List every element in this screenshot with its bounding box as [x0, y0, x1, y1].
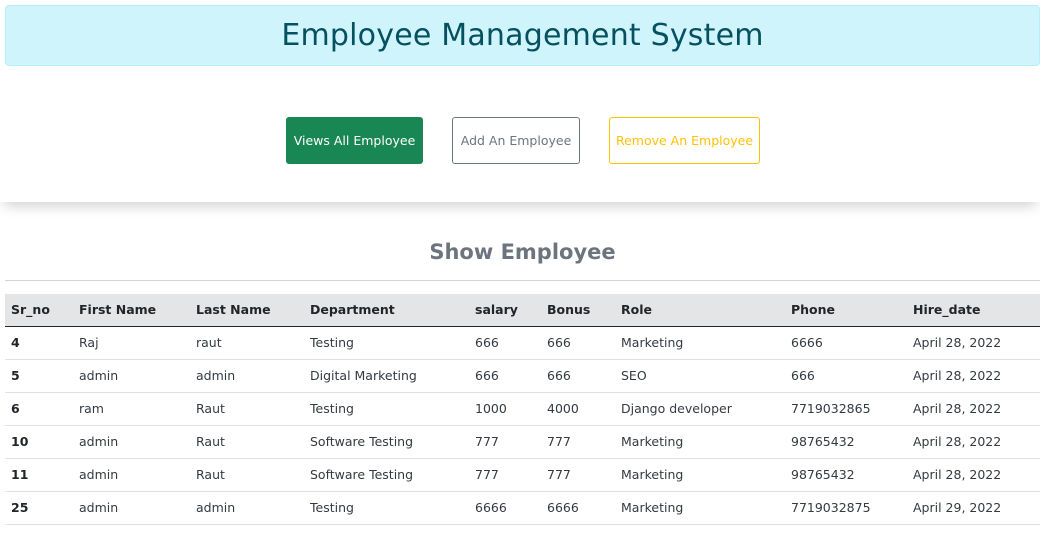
cell-bonus: 666 [547, 368, 571, 383]
column-header-role: Role [615, 294, 785, 327]
column-header-salary: salary [469, 294, 541, 327]
cell-salary: 777 [475, 434, 499, 449]
cell-role: Marketing [621, 467, 684, 482]
column-header-last-name: Last Name [190, 294, 304, 327]
page-title: Employee Management System [281, 18, 764, 53]
cell-first-name: admin [79, 368, 119, 383]
cell-role: Marketing [621, 434, 684, 449]
cell-hire-date: April 28, 2022 [913, 467, 1002, 482]
table-row: 11 admin Raut Software Testing 777 777 M… [5, 458, 1040, 491]
cell-hire-date: April 29, 2022 [913, 500, 1002, 515]
cell-last-name: Raut [196, 434, 225, 449]
table-header-row: Sr_no First Name Last Name Department sa… [5, 294, 1040, 327]
cell-role: Marketing [621, 500, 684, 515]
cell-first-name: admin [79, 467, 119, 482]
remove-employee-button[interactable]: Remove An Employee [609, 117, 760, 164]
section-divider [5, 280, 1040, 281]
cell-salary: 666 [475, 368, 499, 383]
cell-hire-date: April 28, 2022 [913, 368, 1002, 383]
cell-role: SEO [621, 368, 647, 383]
cell-first-name: ram [79, 401, 104, 416]
cell-last-name: admin [196, 368, 236, 383]
add-employee-button[interactable]: Add An Employee [452, 117, 580, 164]
cell-sr-no: 10 [11, 434, 29, 449]
cell-bonus: 777 [547, 434, 571, 449]
cell-role: Django developer [621, 401, 732, 416]
table-row: 5 admin admin Digital Marketing 666 666 … [5, 359, 1040, 392]
cell-bonus: 777 [547, 467, 571, 482]
column-header-sr-no: Sr_no [5, 294, 73, 327]
cell-hire-date: April 28, 2022 [913, 401, 1002, 416]
column-header-hire-date: Hire_date [907, 294, 1040, 327]
cell-bonus: 6666 [547, 500, 579, 515]
cell-salary: 666 [475, 335, 499, 350]
cell-department: Digital Marketing [310, 368, 417, 383]
cell-first-name: admin [79, 500, 119, 515]
cell-sr-no: 11 [11, 467, 29, 482]
page-header: Employee Management System [5, 5, 1040, 66]
cell-sr-no: 5 [11, 368, 20, 383]
cell-sr-no: 4 [11, 335, 20, 350]
cell-last-name: raut [196, 335, 222, 350]
table-row: 6 ram Raut Testing 1000 4000 Django deve… [5, 392, 1040, 425]
cell-sr-no: 25 [11, 500, 29, 515]
cell-salary: 6666 [475, 500, 507, 515]
cell-sr-no: 6 [11, 401, 20, 416]
table-row: 4 Raj raut Testing 666 666 Marketing 666… [5, 326, 1040, 359]
cell-phone: 7719032865 [791, 401, 871, 416]
column-header-department: Department [304, 294, 469, 327]
cell-role: Marketing [621, 335, 684, 350]
table-row: 25 admin admin Testing 6666 6666 Marketi… [5, 491, 1040, 524]
view-all-employee-button[interactable]: Views All Employee [286, 117, 423, 164]
cell-last-name: Raut [196, 401, 225, 416]
employee-table: Sr_no First Name Last Name Department sa… [5, 294, 1040, 525]
cell-phone: 666 [791, 368, 815, 383]
cell-first-name: Raj [79, 335, 99, 350]
cell-bonus: 666 [547, 335, 571, 350]
cell-department: Software Testing [310, 467, 414, 482]
cell-hire-date: April 28, 2022 [913, 434, 1002, 449]
table-row: 10 admin Raut Software Testing 777 777 M… [5, 425, 1040, 458]
column-header-first-name: First Name [73, 294, 190, 327]
cell-first-name: admin [79, 434, 119, 449]
cell-last-name: Raut [196, 467, 225, 482]
cell-phone: 98765432 [791, 467, 855, 482]
cell-department: Software Testing [310, 434, 414, 449]
cell-bonus: 4000 [547, 401, 579, 416]
cell-phone: 6666 [791, 335, 823, 350]
cell-hire-date: April 28, 2022 [913, 335, 1002, 350]
cell-department: Testing [310, 401, 354, 416]
cell-phone: 98765432 [791, 434, 855, 449]
column-header-bonus: Bonus [541, 294, 615, 327]
cell-phone: 7719032875 [791, 500, 871, 515]
cell-salary: 777 [475, 467, 499, 482]
column-header-phone: Phone [785, 294, 907, 327]
cell-salary: 1000 [475, 401, 507, 416]
cell-last-name: admin [196, 500, 236, 515]
section-title: Show Employee [429, 240, 616, 264]
nav-card: Views All Employee Add An Employee Remov… [0, 78, 1040, 202]
cell-department: Testing [310, 500, 354, 515]
cell-department: Testing [310, 335, 354, 350]
